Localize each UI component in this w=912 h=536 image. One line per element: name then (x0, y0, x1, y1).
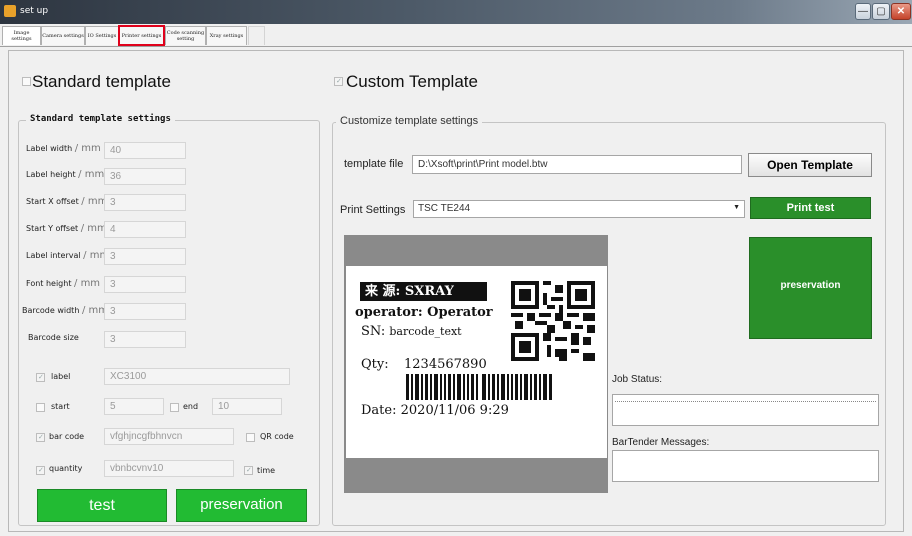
quantity-checkbox-label: quantity (49, 464, 83, 473)
preview-barcode (406, 374, 552, 400)
job-status-label: Job Status: (612, 374, 663, 385)
start-y-offset-label: Start Y offset / mm (26, 223, 107, 234)
font-height-input[interactable]: 3 (104, 276, 186, 293)
preview-qty-value: 1234567890 (404, 357, 487, 372)
window-title: set up (20, 6, 49, 16)
print-test-button[interactable]: Print test (750, 197, 871, 219)
font-height-label: Font height / mm (26, 278, 101, 289)
preview-operator-value: Operator (427, 305, 493, 320)
preview-date: Date: 2020/11/06 9:29 (361, 403, 509, 418)
qr-code-checkbox-label: QR code (260, 432, 294, 441)
close-button[interactable]: ✕ (891, 3, 911, 20)
custom-group-title: Customize template settings (336, 115, 483, 127)
custom-template-label: Custom Template (346, 72, 478, 91)
print-settings-label: Print Settings (340, 204, 406, 216)
label-height-input[interactable]: 36 (104, 168, 186, 185)
barcode-width-label: Barcode width / mm (22, 305, 108, 316)
label-width-input[interactable]: 40 (104, 142, 186, 159)
start-checkbox-label: start (51, 402, 70, 411)
barcode-size-input[interactable]: 3 (104, 331, 186, 348)
template-file-input[interactable]: D:\Xsoft\print\Print model.btw (412, 155, 742, 174)
tab-printer-settings[interactable]: Printer settings (118, 25, 165, 46)
chevron-down-icon: ▼ (733, 204, 740, 211)
printer-select[interactable]: TSC TE244 ▼ (413, 200, 745, 218)
bar-code-checkbox[interactable] (36, 433, 45, 442)
barcode-size-label: Barcode size (28, 333, 79, 342)
start-y-offset-input[interactable]: 4 (104, 221, 186, 238)
label-width-label: Label width / mm (26, 143, 101, 154)
standard-template-label: Standard template (32, 72, 171, 91)
preview-operator-label: operator: (355, 305, 423, 320)
tab-io-settings[interactable]: IO Settings (85, 26, 119, 45)
preview-date-value: 2020/11/06 9:29 (400, 403, 509, 418)
title-bar: set up (0, 0, 912, 24)
tab-empty (248, 26, 265, 45)
template-file-label: template file (344, 158, 404, 170)
preview-qty-label: Qty: (361, 357, 389, 372)
printer-select-value: TSC TE244 (418, 203, 471, 214)
label-interval-label: Label interval / mm (26, 250, 110, 261)
preview-operator: operator: Operator (355, 305, 493, 320)
standard-template-radio[interactable] (22, 77, 31, 86)
time-checkbox-label: time (257, 466, 276, 475)
barcode-width-input[interactable]: 3 (104, 303, 186, 320)
custom-template-radio[interactable] (334, 77, 343, 86)
standard-preservation-button[interactable]: preservation (176, 489, 307, 522)
app-icon (4, 5, 16, 17)
tab-code-scanning-setting[interactable]: Code scanning setting (165, 26, 206, 45)
label-checkbox-label: label (51, 372, 71, 381)
start-checkbox[interactable] (36, 403, 45, 412)
time-checkbox[interactable] (244, 466, 253, 475)
bartender-messages-box[interactable] (612, 450, 879, 482)
label-height-label: Label height / mm (26, 169, 105, 180)
quantity-checkbox[interactable] (36, 466, 45, 475)
start-value-input[interactable]: 5 (104, 398, 164, 415)
end-value-input[interactable]: 10 (212, 398, 282, 415)
job-status-divider (615, 401, 876, 402)
tab-xray-settings[interactable]: Xray settings (206, 26, 247, 45)
preview-date-label: Date: (361, 403, 397, 418)
job-status-box[interactable] (612, 394, 879, 426)
preview-qr-code (511, 281, 595, 361)
label-interval-input[interactable]: 3 (104, 248, 186, 265)
open-template-button[interactable]: Open Template (748, 153, 872, 177)
tab-image-settings[interactable]: Image settings (2, 26, 41, 45)
label-checkbox[interactable] (36, 373, 45, 382)
preview-source-prefix: 来 源: (365, 284, 401, 299)
label-value-input[interactable]: XC3100 (104, 368, 290, 385)
quantity-value-input[interactable]: vbnbcvnv10 (104, 460, 234, 477)
bartender-messages-label: BarTender Messages: (612, 437, 710, 448)
preview-sn-label: SN: (361, 324, 386, 339)
maximize-button[interactable]: ▢ (872, 3, 890, 20)
standard-group-title: Standard template settings (26, 114, 175, 124)
start-x-offset-label: Start X offset / mm (26, 196, 108, 207)
qr-code-checkbox[interactable] (246, 433, 255, 442)
test-button[interactable]: test (37, 489, 167, 522)
end-checkbox-label: end (183, 402, 199, 411)
custom-preservation-button[interactable]: preservation (749, 237, 872, 339)
preview-sn: SN: barcode_text (361, 324, 462, 339)
bar-code-value-input[interactable]: vfghjncgfbhnvcn (104, 428, 234, 445)
minimize-button[interactable]: — (855, 3, 871, 20)
preview-source-bar: 来 源: SXRAY (360, 282, 487, 301)
preview-source-value: SXRAY (404, 284, 454, 299)
bar-code-checkbox-label: bar code (49, 432, 85, 441)
start-x-offset-input[interactable]: 3 (104, 194, 186, 211)
preview-sn-value: barcode_text (389, 325, 462, 338)
end-checkbox[interactable] (170, 403, 179, 412)
tab-camera-settings[interactable]: Camera settings (41, 26, 85, 45)
